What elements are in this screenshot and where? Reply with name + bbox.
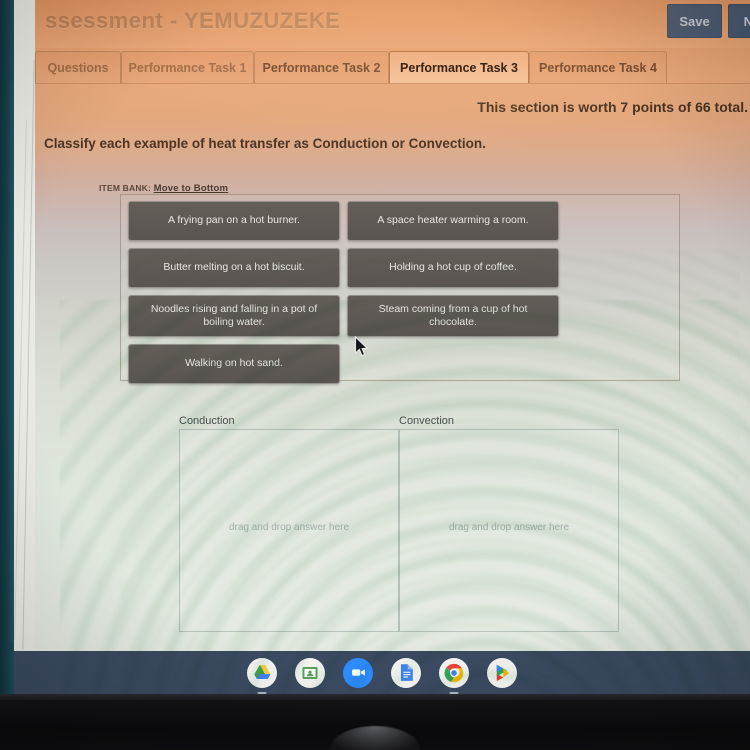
tab-bar: Questions Performance Task 1 Performance… — [35, 48, 750, 84]
list-item[interactable]: Holding a hot cup of coffee. — [347, 248, 559, 288]
move-to-bottom-link[interactable]: Move to Bottom — [154, 183, 229, 194]
assessment-page: ssessment - YEMUZUZEKE Save Nex Question… — [35, 0, 750, 651]
photo-of-chromebook-screen: ssessment - YEMUZUZEKE Save Nex Question… — [0, 0, 750, 750]
google-play-store-icon[interactable] — [487, 657, 517, 688]
google-classroom-icon[interactable] — [295, 657, 325, 688]
dropzone-label-convection: Convection — [399, 415, 455, 427]
list-item[interactable]: Noodles rising and falling in a pot of b… — [128, 295, 340, 337]
tab-performance-task-2[interactable]: Performance Task 2 — [254, 51, 389, 83]
shelf-app-list — [14, 651, 750, 694]
list-item[interactable]: Walking on hot sand. — [128, 344, 340, 384]
dropzone-conduction[interactable]: drag and drop answer here — [179, 429, 399, 632]
item-bank-container: A frying pan on a hot burner. A space he… — [120, 194, 680, 384]
zoom-icon[interactable] — [343, 657, 373, 688]
google-drive-icon[interactable] — [247, 657, 277, 694]
screen-edge-line — [22, 60, 35, 650]
question-content-area: This section is worth 7 points of 66 tot… — [35, 84, 750, 651]
list-item[interactable]: Butter melting on a hot biscuit. — [128, 248, 340, 288]
tab-performance-task-1[interactable]: Performance Task 1 — [121, 51, 254, 83]
dropzone-hint: drag and drop answer here — [228, 522, 350, 533]
dropzone-convection[interactable]: drag and drop answer here — [399, 429, 619, 632]
chromeos-shelf — [14, 651, 750, 694]
list-item[interactable]: A space heater warming a room. — [347, 201, 559, 241]
points-notice: This section is worth 7 points of 66 tot… — [477, 99, 748, 115]
tab-performance-task-4[interactable]: Performance Task 4 — [529, 51, 667, 83]
question-prompt: Classify each example of heat transfer a… — [44, 136, 486, 151]
next-button[interactable]: Nex — [728, 4, 750, 38]
item-bank-label-text: ITEM BANK: — [99, 183, 152, 193]
google-docs-icon[interactable] — [391, 657, 421, 688]
tab-performance-task-3[interactable]: Performance Task 3 — [389, 51, 529, 83]
save-button[interactable]: Save — [667, 4, 722, 38]
tab-questions[interactable]: Questions — [35, 51, 121, 83]
item-bank-label: ITEM BANK: Move to Bottom — [99, 183, 228, 194]
item-bank-tiles: A frying pan on a hot burner. A space he… — [128, 201, 674, 384]
dropzone-label-conduction: Conduction — [179, 415, 235, 427]
app-header: ssessment - YEMUZUZEKE Save Nex — [35, 0, 750, 48]
list-item[interactable]: Steam coming from a cup of hot chocolate… — [347, 295, 559, 337]
dropzone-hint: drag and drop answer here — [448, 522, 570, 533]
list-item[interactable]: A frying pan on a hot burner. — [128, 201, 340, 241]
chromebook-screen: ssessment - YEMUZUZEKE Save Nex Question… — [14, 0, 750, 694]
page-title: ssessment - YEMUZUZEKE — [45, 8, 341, 33]
google-chrome-icon[interactable] — [439, 657, 469, 694]
